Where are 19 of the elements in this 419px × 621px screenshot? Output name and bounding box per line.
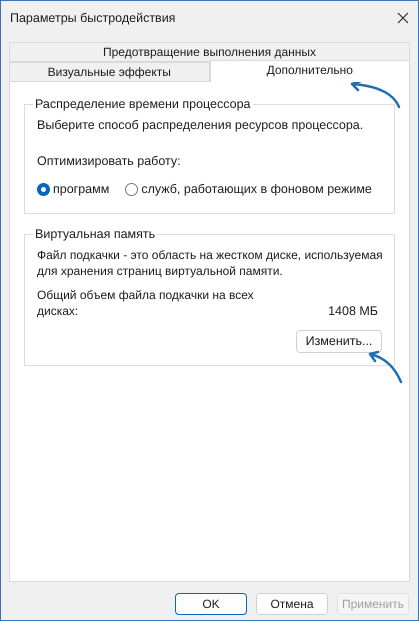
total-size-label: Общий объем файла подкачки на всех дисках: — [37, 286, 255, 319]
total-size-value: 1408 МБ — [328, 302, 378, 319]
radio-button[interactable] — [37, 182, 50, 196]
radio-button[interactable] — [125, 182, 138, 196]
group-title: Распределение времени процессора — [33, 96, 252, 112]
tab[interactable]: Визуальные эффекты — [9, 62, 210, 82]
arrow-annotation-icon — [366, 350, 404, 384]
description-text: Выберите способ распределения ресурсов процессора. — [37, 117, 364, 133]
description-text: Файл подкачки - это область на жестком диске, используемая для хранения страниц виртуальной памяти. — [37, 246, 384, 279]
window-title: Параметры быстродействия — [10, 10, 176, 27]
optimize-label: Оптимизировать работу: — [37, 153, 182, 169]
change-button[interactable]: Изменить... — [296, 330, 382, 353]
tab[interactable]: Предотвращение выполнения данных — [9, 42, 410, 62]
close-icon[interactable] — [396, 11, 410, 25]
radio-label: программ — [53, 181, 110, 198]
dialog-button[interactable]: OK — [175, 593, 247, 615]
tab[interactable]: Дополнительно — [210, 60, 410, 82]
dialog-button[interactable]: Отмена — [256, 593, 328, 615]
radio-label: служб, работающих в фоновом режиме — [141, 181, 372, 198]
